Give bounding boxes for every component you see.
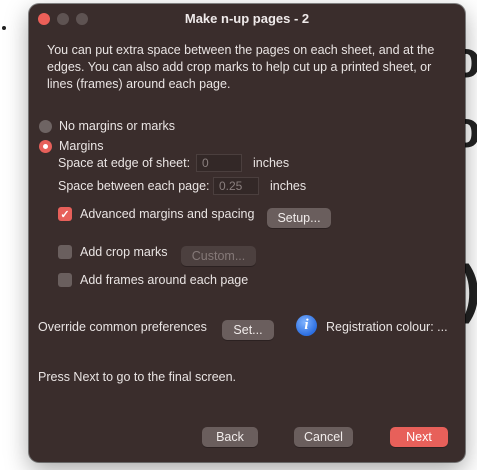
edge-space-unit: inches	[253, 156, 290, 170]
registration-colour-label[interactable]: Registration colour: ...	[326, 320, 448, 334]
checkmark-icon: ✓	[58, 207, 72, 221]
set-button[interactable]: Set...	[222, 320, 274, 340]
between-space-unit: inches	[270, 179, 307, 193]
dialog-window: Make n-up pages - 2 You can put extra sp…	[29, 4, 465, 462]
override-label: Override common preferences	[38, 320, 207, 334]
edge-space-label: Space at edge of sheet:	[58, 156, 191, 170]
hint-text: Press Next to go to the final screen.	[38, 370, 237, 384]
advanced-margins-label: Advanced margins and spacing	[80, 207, 255, 221]
back-button[interactable]: Back	[202, 427, 258, 447]
margins-label: Margins	[59, 139, 104, 153]
info-icon[interactable]: i	[296, 315, 317, 336]
setup-button[interactable]: Setup...	[267, 208, 331, 228]
no-margins-label: No margins or marks	[59, 119, 175, 133]
between-space-field[interactable]: 0.25	[213, 177, 259, 195]
between-space-label: Space between each page:	[58, 179, 210, 193]
checkbox-empty-icon	[58, 245, 72, 259]
next-button[interactable]: Next	[390, 427, 448, 447]
radio-off-icon	[39, 119, 52, 133]
intro-text: You can put extra space between the page…	[47, 43, 435, 91]
crop-marks-checkbox[interactable]: Add crop marks	[58, 245, 168, 259]
custom-button[interactable]: Custom...	[181, 246, 256, 266]
no-margins-radio[interactable]: No margins or marks	[39, 119, 175, 133]
cancel-button[interactable]: Cancel	[294, 427, 353, 447]
title-bar: Make n-up pages - 2	[29, 4, 465, 32]
checkbox-empty-icon	[58, 273, 72, 287]
background-dot	[2, 26, 6, 30]
margins-radio[interactable]: Margins	[39, 139, 103, 153]
frames-label: Add frames around each page	[80, 273, 249, 287]
advanced-margins-checkbox[interactable]: ✓ Advanced margins and spacing	[58, 207, 254, 221]
window-title: Make n-up pages - 2	[184, 11, 310, 26]
edge-space-field[interactable]: 0	[196, 154, 242, 172]
radio-on-icon	[39, 139, 52, 153]
frames-checkbox[interactable]: Add frames around each page	[58, 273, 248, 287]
crop-marks-label: Add crop marks	[80, 245, 168, 259]
